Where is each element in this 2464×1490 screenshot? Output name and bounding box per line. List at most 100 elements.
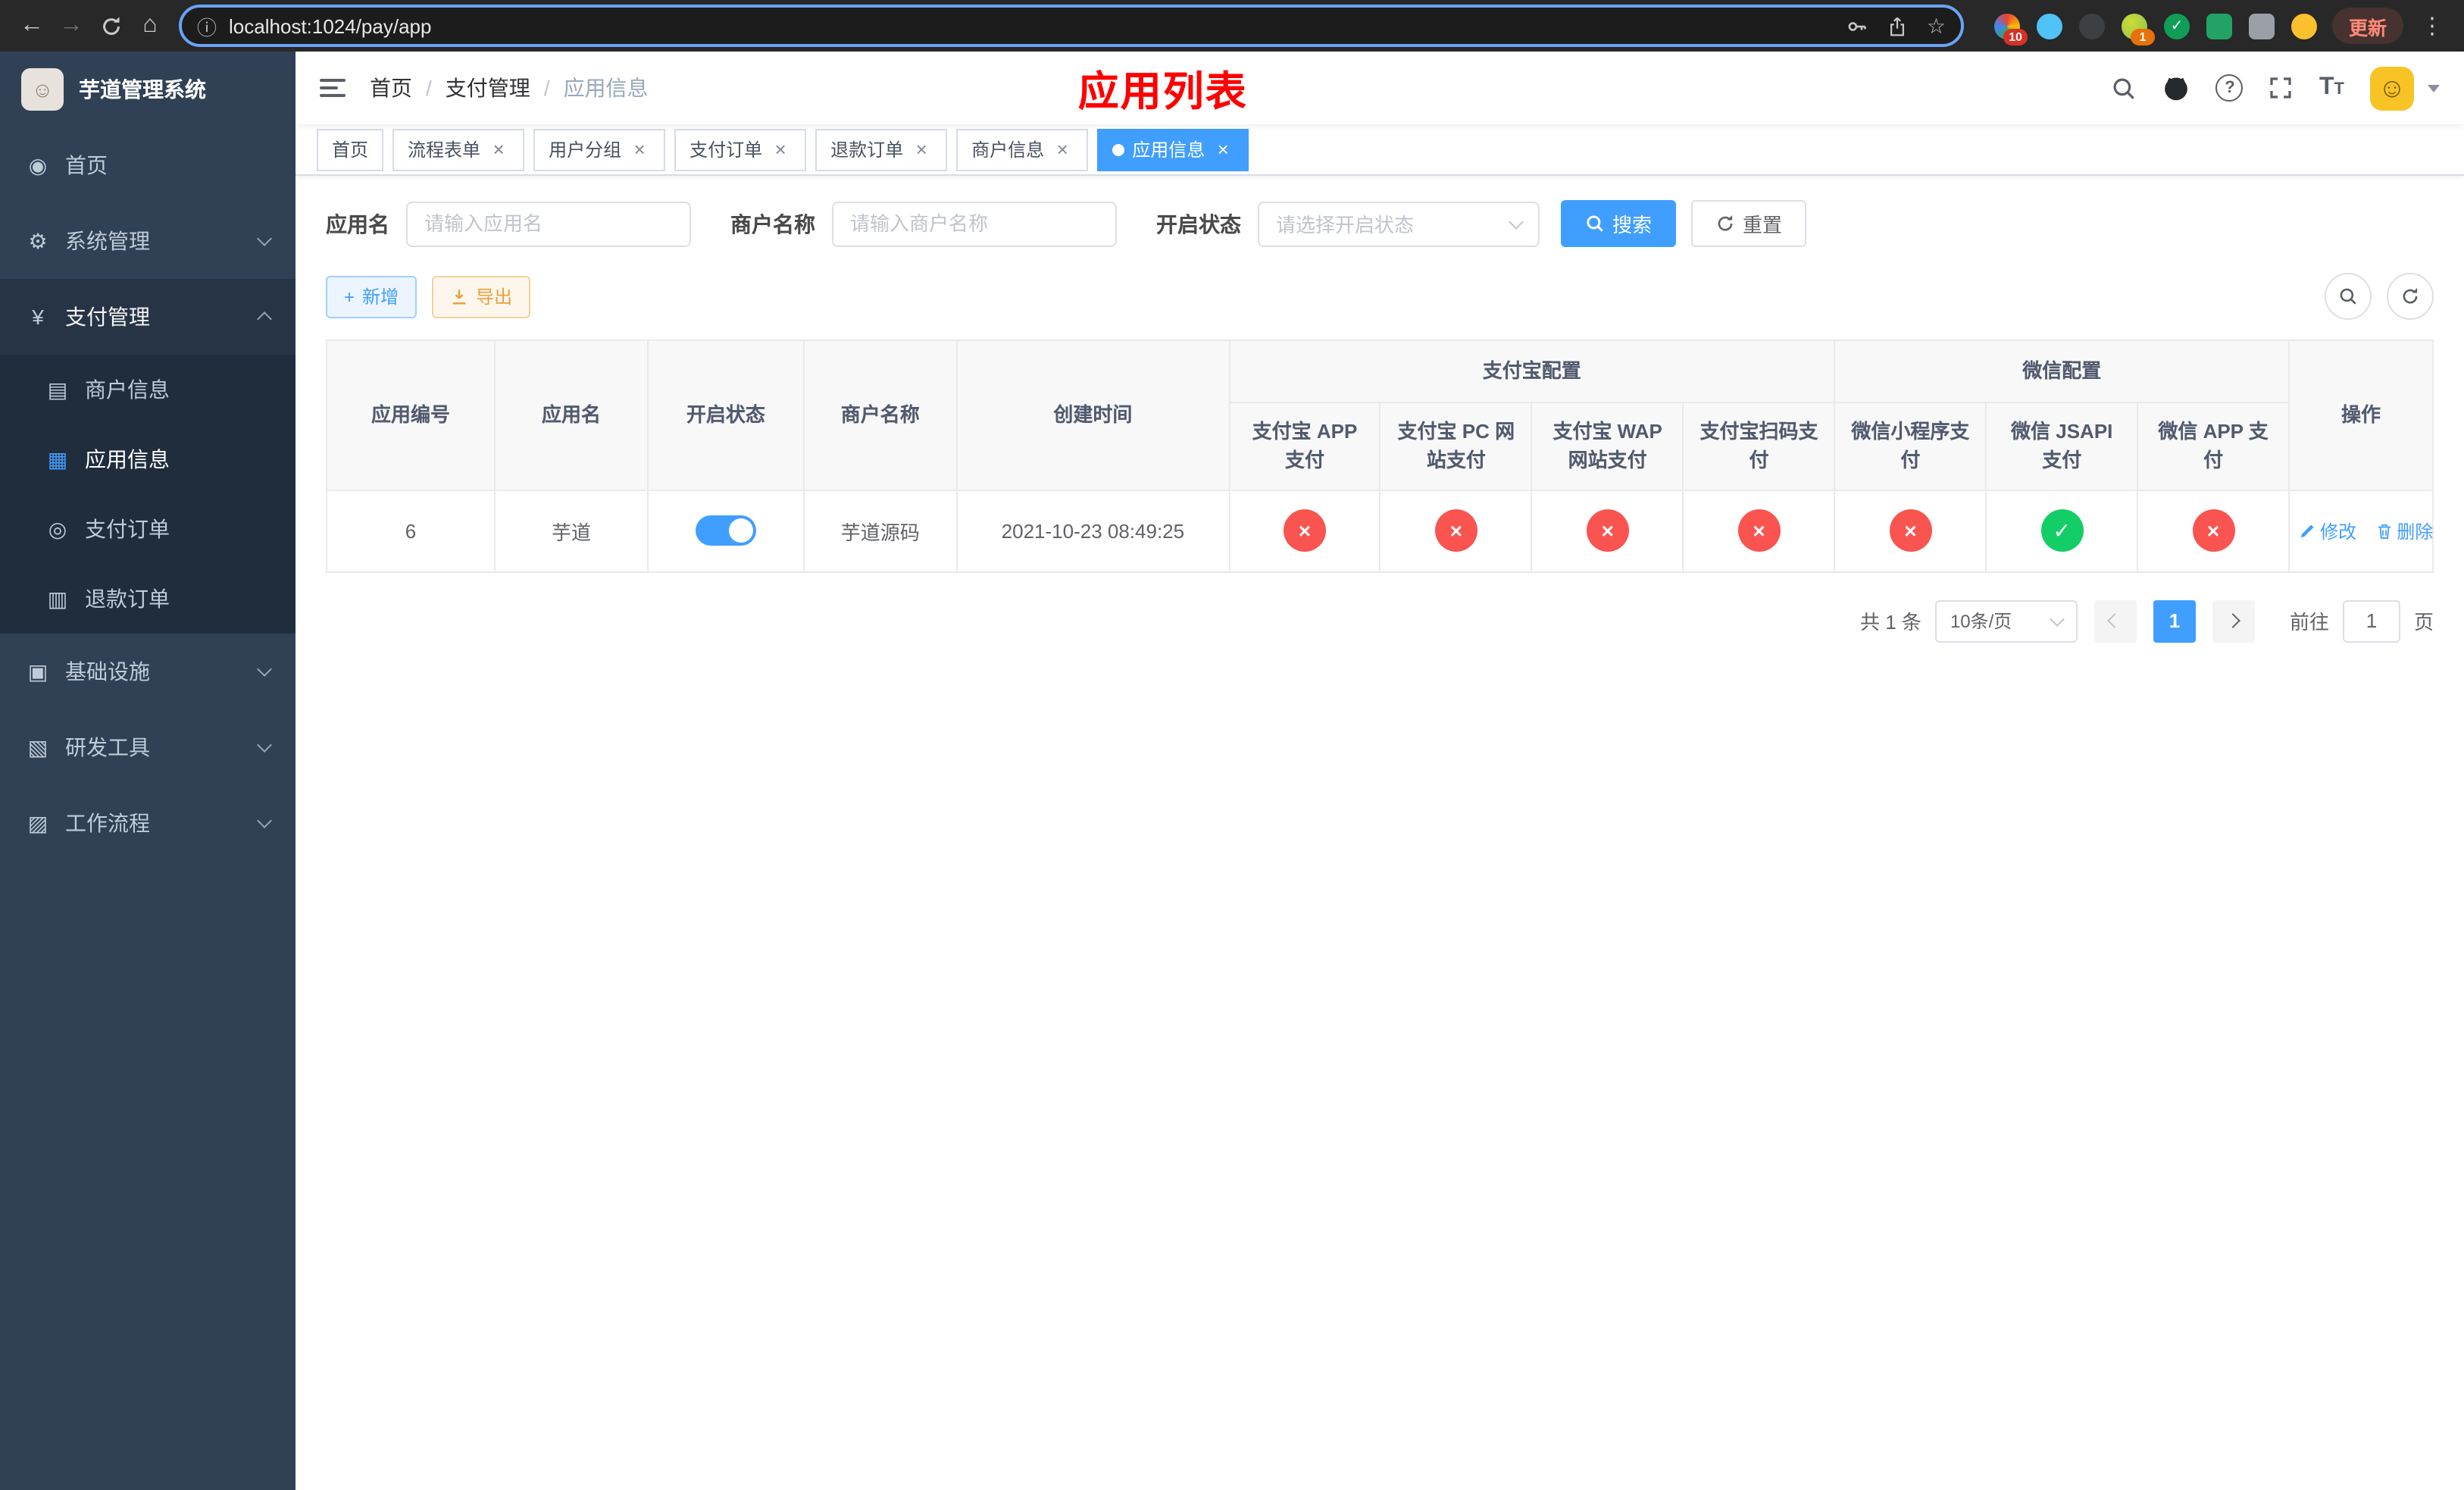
workflow-icon: ▨ xyxy=(27,810,48,834)
tab-app-info[interactable]: 应用信息 × xyxy=(1097,128,1249,171)
chrome-update-button[interactable]: 更新 xyxy=(2331,8,2403,44)
extension-icon[interactable]: 1 xyxy=(2121,13,2155,45)
export-button[interactable]: 导出 xyxy=(432,275,531,318)
site-info-icon[interactable]: ⓘ xyxy=(197,11,217,40)
page-1-button[interactable]: 1 xyxy=(2153,599,2196,642)
help-icon[interactable]: ? xyxy=(2215,74,2244,102)
col-group-wechat: 微信配置 xyxy=(1834,340,2290,402)
status-select[interactable]: 请选择开启状态 xyxy=(1258,201,1540,246)
goto-page-input[interactable] xyxy=(2342,599,2400,642)
extension-icon[interactable] xyxy=(2206,13,2232,39)
fullscreen-icon[interactable] xyxy=(2269,76,2294,100)
breadcrumb: 首页 / 支付管理 / 应用信息 xyxy=(370,73,649,103)
trash-icon xyxy=(2378,523,2391,538)
app-name-input[interactable] xyxy=(406,201,691,246)
sidebar-item-home[interactable]: ◉ 首页 xyxy=(0,127,295,203)
grid-icon: ▦ xyxy=(47,446,68,471)
reload-icon[interactable] xyxy=(91,6,130,45)
sidebar-menu: ◉ 首页 ⚙ 系统管理 ¥ 支付管理 ▤ 商户信息 ▦ 应用信息 ◎ 支付订单 … xyxy=(0,127,295,861)
close-tab-icon[interactable]: × xyxy=(770,139,791,160)
share-icon[interactable] xyxy=(1887,14,1909,37)
status-toggle[interactable] xyxy=(695,515,756,546)
bookmark-icon[interactable]: ☆ xyxy=(1927,15,1946,36)
extension-icon[interactable]: ✓ xyxy=(2163,13,2190,39)
sidebar-item-refund-order[interactable]: ▥ 退款订单 xyxy=(0,564,295,634)
sidebar-item-dev-tools[interactable]: ▧ 研发工具 xyxy=(0,709,295,785)
tab-pay-order[interactable]: 支付订单 × xyxy=(674,128,807,171)
search-icon[interactable] xyxy=(2112,75,2137,101)
refresh-table-button[interactable] xyxy=(2387,273,2434,320)
cell-created: 2021-10-23 08:49:25 xyxy=(955,489,1230,572)
sidebar-item-system[interactable]: ⚙ 系统管理 xyxy=(0,203,295,279)
refresh-icon xyxy=(2403,287,2418,304)
forward-icon[interactable]: → xyxy=(52,6,91,45)
prev-page-button[interactable] xyxy=(2093,599,2137,642)
dashboard-icon: ◉ xyxy=(28,152,48,177)
gear-icon: ⚙ xyxy=(28,228,48,252)
logo-image: ☺ xyxy=(21,68,64,111)
breadcrumb-home[interactable]: 首页 xyxy=(370,73,412,103)
cell-merchant: 芋道源码 xyxy=(802,489,958,572)
edit-button[interactable]: 修改 xyxy=(2299,518,2356,543)
search-icon xyxy=(2340,288,2356,305)
github-icon[interactable] xyxy=(2163,74,2190,102)
toggle-search-button[interactable] xyxy=(2325,273,2372,320)
reset-button[interactable]: 重置 xyxy=(1691,200,1807,247)
breadcrumb-payment[interactable]: 支付管理 xyxy=(446,73,530,103)
puzzle-extensions-icon[interactable] xyxy=(2248,13,2275,39)
payment-submenu: ▤ 商户信息 ▦ 应用信息 ◎ 支付订单 ▥ 退款订单 xyxy=(0,355,295,634)
tab-merchant-info[interactable]: 商户信息 × xyxy=(956,128,1089,171)
sidebar-item-merchant-info[interactable]: ▤ 商户信息 xyxy=(0,355,295,424)
extension-icon[interactable] xyxy=(2036,13,2062,39)
extension-icon[interactable] xyxy=(2290,13,2317,39)
extension-icon[interactable] xyxy=(2078,13,2105,39)
close-tab-icon[interactable]: × xyxy=(911,139,932,160)
add-button[interactable]: + 新增 xyxy=(326,275,417,318)
col-header-wx-app: 微信 APP 支付 xyxy=(2137,401,2290,490)
address-bar[interactable]: ⓘ localhost:1024/pay/app ☆ xyxy=(179,5,1964,47)
alipay-qr-status-icon: × xyxy=(1737,509,1781,552)
browser-menu-icon[interactable]: ⋮ xyxy=(2412,6,2452,45)
pencil-icon xyxy=(2300,524,2314,537)
sidebar-item-workflow[interactable]: ▨ 工作流程 xyxy=(0,785,295,861)
chevron-down-icon xyxy=(257,737,272,753)
search-button[interactable]: 搜索 xyxy=(1561,200,1677,247)
avatar-caret-icon[interactable] xyxy=(2428,84,2440,92)
chevron-down-icon xyxy=(257,813,272,828)
password-key-icon[interactable] xyxy=(1846,14,1869,37)
app-logo[interactable]: ☺ 芋道管理系统 xyxy=(0,52,295,127)
sidebar-item-payment[interactable]: ¥ 支付管理 xyxy=(0,279,295,355)
tab-refund-order[interactable]: 退款订单 × xyxy=(815,128,948,171)
tab-home[interactable]: 首页 xyxy=(317,128,384,171)
close-tab-icon[interactable]: × xyxy=(1212,139,1234,160)
sidebar-item-pay-order[interactable]: ◎ 支付订单 xyxy=(0,494,295,564)
col-header-wx-mini: 微信小程序支付 xyxy=(1834,401,1987,490)
sidebar-item-app-info[interactable]: ▦ 应用信息 xyxy=(0,424,295,494)
font-size-icon[interactable]: TT xyxy=(2319,75,2344,100)
top-navbar: 首页 / 支付管理 / 应用信息 应用列表 ? TT ☺ xyxy=(295,52,2464,124)
close-tab-icon[interactable]: × xyxy=(488,139,509,160)
goto-label: 前往 xyxy=(2289,611,2329,634)
tab-user-group[interactable]: 用户分组 × xyxy=(533,128,666,171)
table-row: 6 芋道 芋道源码 2021-10-23 08:49:25 × × × × × xyxy=(325,489,2434,572)
wechat-app-status-icon: × xyxy=(2192,509,2235,552)
delete-button[interactable]: 删除 xyxy=(2375,518,2433,543)
close-tab-icon[interactable]: × xyxy=(629,139,650,160)
alipay-pc-status-icon: × xyxy=(1434,509,1477,552)
sidebar-toggle-icon[interactable] xyxy=(320,79,346,97)
sidebar-item-infrastructure[interactable]: ▣ 基础设施 xyxy=(0,634,295,709)
home-icon[interactable]: ⌂ xyxy=(130,6,170,45)
monitor-icon: ▣ xyxy=(27,659,48,683)
close-tab-icon[interactable]: × xyxy=(1052,139,1073,160)
extension-icon[interactable]: 10 xyxy=(1993,13,2028,45)
table-toolbar: + 新增 导出 xyxy=(326,273,2434,320)
user-avatar[interactable]: ☺ xyxy=(2370,66,2414,110)
tab-process-form[interactable]: 流程表单 × xyxy=(392,128,525,171)
next-page-button[interactable] xyxy=(2212,599,2255,642)
merchant-name-input[interactable] xyxy=(832,201,1117,246)
page-content: 应用名 商户名称 开启状态 请选择开启状态 搜索 xyxy=(295,176,2464,1490)
toolbox-icon: ▧ xyxy=(27,734,48,759)
search-form: 应用名 商户名称 开启状态 请选择开启状态 搜索 xyxy=(326,200,2434,247)
page-size-select[interactable]: 10条/页 xyxy=(1934,599,2078,642)
back-icon[interactable]: ← xyxy=(12,6,52,45)
